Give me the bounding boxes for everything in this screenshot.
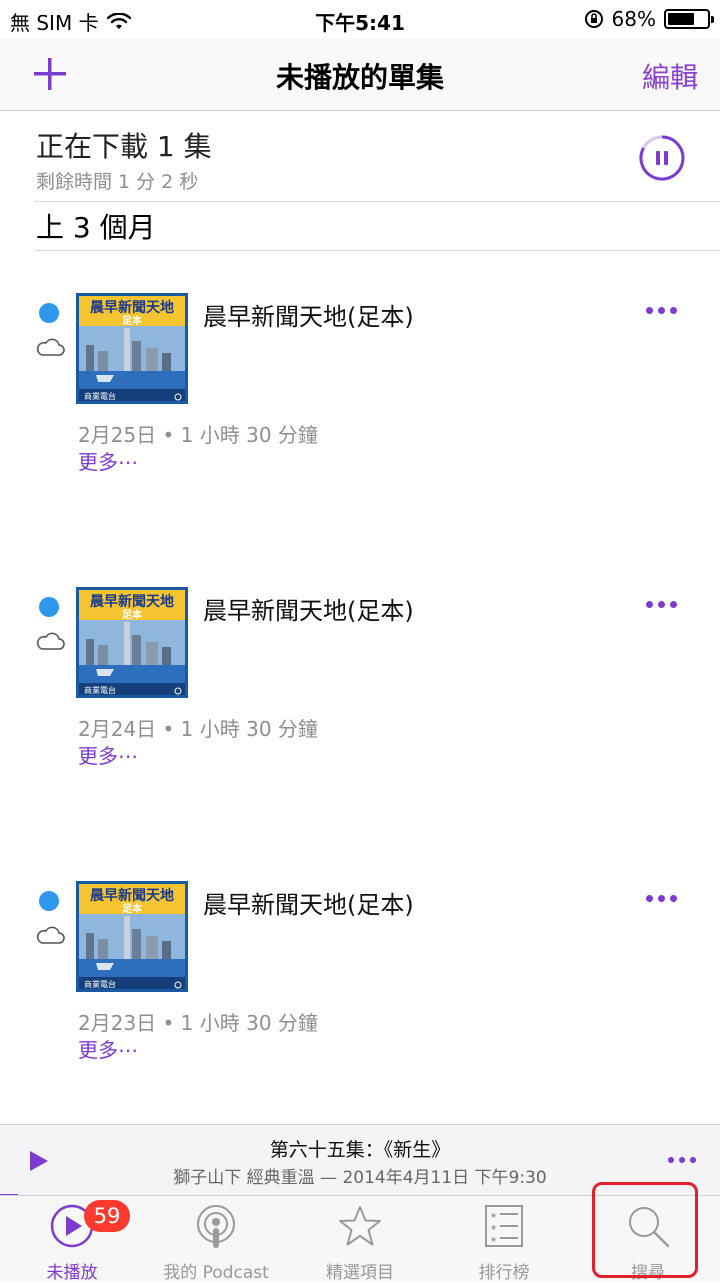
more-link[interactable]: 更多⋯	[78, 446, 138, 475]
battery-icon	[664, 9, 714, 29]
tab-label: 精選項目	[326, 1263, 394, 1283]
unplayed-badge: 59	[84, 1200, 130, 1232]
edit-button[interactable]: 編輯	[642, 56, 698, 96]
tab-label: 排行榜	[478, 1263, 530, 1283]
battery-percent: 68%	[611, 7, 656, 31]
svg-text:★: ★	[490, 1223, 497, 1232]
episode-meta: 2月25日 • 1 小時 30 分鐘	[78, 423, 318, 447]
cloud-icon	[36, 338, 65, 356]
list-icon: ★ ★ ★	[485, 1205, 523, 1247]
episode-title[interactable]: 晨早新聞天地(足本)	[203, 591, 414, 626]
status-right: 68%	[584, 7, 714, 31]
star-icon	[339, 1206, 381, 1246]
art-logo: 商業電台	[84, 685, 116, 695]
now-playing-subtitle: 獅子山下 經典重溫 — 2014年4月11日 下午9:30	[173, 1168, 547, 1188]
art-subtitle: 足本	[122, 902, 143, 915]
episode-row[interactable]: 晨早新聞天地 足本 商業電台 晨早新聞天地(足本) 2月24日 • 1 小時 3…	[0, 587, 720, 787]
more-link[interactable]: 更多⋯	[78, 1034, 138, 1063]
tab-bar: 59 未播放 我的 Podcast 精選項目 ★ ★ ★ 排行榜 搜尋	[0, 1195, 720, 1283]
art-subtitle: 足本	[122, 314, 143, 327]
more-link[interactable]: 更多⋯	[78, 740, 138, 769]
tab-unplayed[interactable]: 59 未播放	[0, 1196, 144, 1283]
unplayed-dot	[39, 303, 59, 323]
episode-meta: 2月24日 • 1 小時 30 分鐘	[78, 717, 318, 741]
tab-top-charts[interactable]: ★ ★ ★ 排行榜	[432, 1196, 576, 1283]
section-header: 上 3 個月	[36, 211, 156, 244]
tab-label: 我的 Podcast	[163, 1263, 269, 1283]
search-icon	[629, 1207, 670, 1248]
more-options-icon[interactable]	[646, 895, 682, 905]
tab-label: 搜尋	[631, 1263, 665, 1283]
art-logo: 商業電台	[84, 391, 116, 401]
page-title: 未播放的單集	[275, 61, 444, 94]
tab-search[interactable]: 搜尋	[576, 1196, 720, 1283]
unplayed-dot	[39, 891, 59, 911]
more-options-icon[interactable]	[646, 307, 682, 317]
divider	[34, 250, 720, 251]
episode-row[interactable]: 晨早新聞天地 足本 商業電台 晨早新聞天地(足本) 2月25日 • 1 小時 3…	[0, 293, 720, 493]
orientation-lock-icon	[584, 10, 603, 28]
pause-download-icon[interactable]	[638, 134, 686, 182]
more-options-icon[interactable]	[646, 601, 682, 611]
art-title: 晨早新聞天地	[90, 299, 174, 316]
cloud-icon	[36, 926, 65, 944]
episode-artwork[interactable]: 晨早新聞天地 足本 商業電台	[76, 293, 188, 404]
now-playing-title: 第六十五集：《新生》	[269, 1139, 451, 1161]
divider	[34, 201, 720, 202]
episode-row[interactable]: 晨早新聞天地 足本 商業電台 晨早新聞天地(足本) 2月23日 • 1 小時 3…	[0, 881, 720, 1081]
tab-label: 未播放	[46, 1263, 98, 1283]
download-remaining: 剩餘時間 1 分 2 秒	[36, 171, 199, 193]
battery-fill	[668, 13, 694, 25]
cloud-icon	[36, 632, 65, 650]
episode-title[interactable]: 晨早新聞天地(足本)	[203, 885, 414, 920]
episode-artwork[interactable]: 晨早新聞天地 足本 商業電台	[76, 587, 188, 698]
svg-text:★: ★	[490, 1235, 497, 1244]
art-logo: 商業電台	[84, 979, 116, 989]
art-title: 晨早新聞天地	[90, 593, 174, 610]
art-title: 晨早新聞天地	[90, 887, 174, 904]
more-options-icon[interactable]	[668, 1157, 696, 1163]
download-status-row: 正在下載 1 集 剩餘時間 1 分 2 秒	[0, 111, 720, 201]
svg-text:★: ★	[490, 1211, 497, 1220]
mini-player[interactable]: 第六十五集：《新生》 獅子山下 經典重溫 — 2014年4月11日 下午9:30	[0, 1124, 720, 1196]
download-title: 正在下載 1 集	[36, 130, 212, 163]
unplayed-dot	[39, 597, 59, 617]
episode-title[interactable]: 晨早新聞天地(足本)	[203, 297, 414, 332]
nav-bar: 未播放的單集 編輯	[0, 38, 720, 111]
art-subtitle: 足本	[122, 608, 143, 621]
status-bar: 無 SIM 卡 下午5:41 68%	[0, 0, 720, 38]
episode-artwork[interactable]: 晨早新聞天地 足本 商業電台	[76, 881, 188, 992]
tab-my-podcasts[interactable]: 我的 Podcast	[144, 1196, 288, 1283]
podcast-icon	[197, 1205, 235, 1248]
episode-meta: 2月23日 • 1 小時 30 分鐘	[78, 1011, 318, 1035]
tab-featured[interactable]: 精選項目	[288, 1196, 432, 1283]
